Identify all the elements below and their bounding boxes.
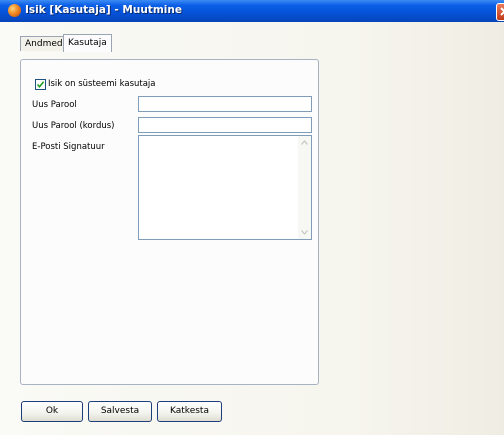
scroll-down-button[interactable] [298, 226, 311, 239]
save-button[interactable]: Salvesta [88, 401, 152, 422]
app-icon [8, 4, 21, 17]
confirm-password-label: Uus Parool (kordus) [32, 121, 115, 131]
confirm-password-field[interactable] [138, 117, 312, 133]
signature-label: E-Posti Signatuur [32, 142, 105, 152]
checkmark-icon [36, 81, 45, 89]
system-user-checkbox[interactable] [35, 79, 46, 90]
ok-button[interactable]: Ok [21, 401, 83, 422]
close-button[interactable] [496, 3, 504, 21]
new-password-label: Uus Parool [32, 100, 77, 110]
system-user-label: Isik on süsteemi kasutaja [48, 79, 156, 89]
close-icon [500, 7, 504, 16]
chevron-down-icon [301, 230, 308, 235]
signature-textarea[interactable] [138, 135, 312, 240]
title-bar[interactable]: Isik [Kasutaja] - Muutmine [0, 0, 504, 22]
kasutaja-panel: Isik on süsteemi kasutaja Uus Parool Uus… [20, 59, 319, 385]
dialog-body: Andmed Kasutaja Isik on süsteemi kasutaj… [0, 22, 504, 435]
tab-andmed[interactable]: Andmed [20, 36, 68, 51]
cancel-button[interactable]: Katkesta [157, 401, 222, 422]
tab-kasutaja[interactable]: Kasutaja [63, 34, 112, 52]
scroll-up-button[interactable] [298, 136, 311, 149]
window-title: Isik [Kasutaja] - Muutmine [25, 4, 182, 16]
signature-scrollbar[interactable] [298, 136, 311, 239]
new-password-field[interactable] [138, 96, 312, 112]
chevron-up-icon [301, 140, 308, 145]
